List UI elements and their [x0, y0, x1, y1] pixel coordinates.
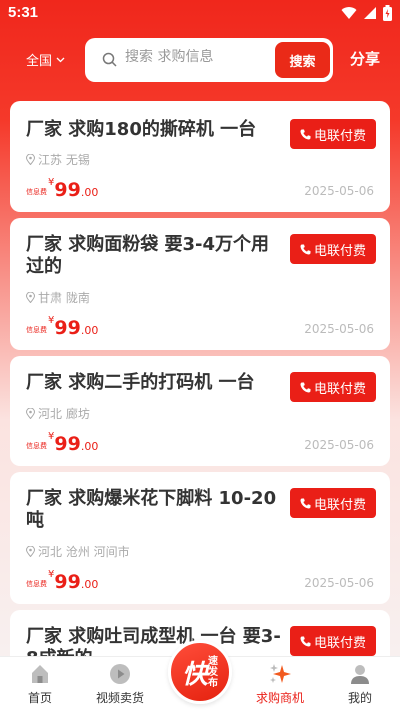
home-icon	[32, 665, 48, 683]
phone-icon	[300, 382, 311, 392]
price-label: 信息费	[26, 442, 47, 450]
phone-icon	[300, 244, 311, 254]
tab-video-sales[interactable]: 视频卖货	[80, 663, 160, 706]
price-decimal: .00	[80, 186, 99, 199]
region-selector[interactable]: 全国	[26, 50, 65, 69]
share-button[interactable]: 分享	[350, 48, 380, 69]
listing-title: 厂家 求购180的撕碎机 一台	[26, 119, 257, 140]
quick-publish-small-chars: 速 发 布	[208, 656, 218, 689]
status-time: 5:31	[8, 4, 39, 21]
call-pay-button[interactable]: 电联付费	[290, 372, 376, 402]
quick-publish-button[interactable]: 快 速 发 布	[168, 640, 232, 704]
listing-card[interactable]: 厂家 求购面粉袋 要3-4万个用过的 电联付费 甘肃 陇南 信息费 ¥ 99 .…	[10, 218, 390, 350]
region-label: 全国	[26, 54, 53, 69]
call-pay-label: 电联付费	[313, 128, 366, 144]
user-icon	[351, 665, 369, 684]
phone-icon	[300, 636, 311, 646]
tab-purchase-leads[interactable]: 求购商机	[240, 663, 320, 706]
quick-publish-char-1: 速	[208, 655, 218, 667]
location-pin-icon	[26, 546, 35, 557]
location-pin-icon	[26, 154, 35, 165]
battery-icon	[383, 5, 392, 21]
listing-price: 信息费 ¥ 99 .00	[26, 431, 98, 454]
quick-publish-char-3: 布	[208, 677, 218, 689]
price-integer: 99	[54, 179, 81, 201]
tab-purchase-label: 求购商机	[255, 691, 304, 705]
listing-date: 2025-05-06	[304, 576, 374, 590]
signal-icon	[364, 7, 376, 19]
tab-home[interactable]: 首页	[0, 663, 80, 706]
purchase-list: 厂家 求购180的撕碎机 一台 电联付费 江苏 无锡 信息费 ¥ 99 .00 …	[10, 101, 390, 712]
search-box: 搜索	[85, 38, 333, 82]
price-decimal: .00	[80, 324, 99, 337]
search-button[interactable]: 搜索	[275, 42, 330, 78]
chevron-down-icon	[56, 57, 65, 62]
listing-date: 2025-05-06	[304, 438, 374, 452]
status-bar: 5:31	[0, 0, 400, 28]
play-video-icon	[110, 664, 130, 684]
search-input[interactable]	[125, 49, 265, 65]
call-pay-button[interactable]: 电联付费	[290, 626, 376, 656]
call-pay-button[interactable]: 电联付费	[290, 488, 376, 518]
listing-card[interactable]: 厂家 求购爆米花下脚料 10-20吨 电联付费 河北 沧州 河间市 信息费 ¥ …	[10, 472, 390, 604]
location-text: 河北 廊坊	[38, 407, 90, 421]
listing-price: 信息费 ¥ 99 .00	[26, 177, 98, 200]
listing-card[interactable]: 厂家 求购二手的打码机 一台 电联付费 河北 廊坊 信息费 ¥ 99 .00 2…	[10, 356, 390, 466]
phone-icon	[300, 129, 311, 139]
listing-location: 江苏 无锡	[26, 151, 90, 168]
sparkle-icon	[270, 664, 291, 683]
quick-publish-big-char: 快	[181, 659, 208, 690]
quick-publish-char-2: 发	[208, 666, 218, 678]
listing-location: 河北 廊坊	[26, 405, 90, 422]
call-pay-button[interactable]: 电联付费	[290, 234, 376, 264]
price-label: 信息费	[26, 188, 47, 196]
price-integer: 99	[54, 433, 81, 455]
listing-location: 甘肃 陇南	[26, 289, 90, 306]
price-decimal: .00	[80, 578, 99, 591]
location-text: 河北 沧州 河间市	[38, 545, 130, 559]
price-decimal: .00	[80, 440, 99, 453]
listing-card[interactable]: 厂家 求购180的撕碎机 一台 电联付费 江苏 无锡 信息费 ¥ 99 .00 …	[10, 101, 390, 212]
listing-date: 2025-05-06	[304, 322, 374, 336]
wifi-icon	[341, 7, 357, 20]
listing-title: 厂家 求购面粉袋 要3-4万个用过的	[26, 234, 270, 277]
call-pay-label: 电联付费	[313, 243, 366, 259]
listing-title: 厂家 求购爆米花下脚料 10-20吨	[26, 488, 277, 531]
call-pay-label: 电联付费	[313, 635, 366, 651]
location-text: 江苏 无锡	[38, 153, 90, 167]
location-pin-icon	[26, 408, 35, 419]
listing-date: 2025-05-06	[304, 184, 374, 198]
listing-location: 河北 沧州 河间市	[26, 543, 130, 560]
tab-home-label: 首页	[27, 691, 52, 705]
price-integer: 99	[54, 571, 81, 593]
price-integer: 99	[54, 317, 81, 339]
tab-mine[interactable]: 我的	[320, 663, 400, 706]
phone-icon	[300, 498, 311, 508]
listing-price: 信息费 ¥ 99 .00	[26, 315, 98, 338]
tab-video-label: 视频卖货	[95, 691, 144, 705]
location-pin-icon	[26, 292, 35, 303]
price-label: 信息费	[26, 580, 47, 588]
tab-mine-label: 我的	[347, 691, 372, 705]
location-text: 甘肃 陇南	[38, 291, 90, 305]
call-pay-label: 电联付费	[313, 381, 366, 397]
listing-title: 厂家 求购二手的打码机 一台	[26, 372, 255, 393]
search-icon	[102, 52, 117, 67]
status-icons	[341, 5, 392, 21]
price-label: 信息费	[26, 326, 47, 334]
call-pay-label: 电联付费	[313, 497, 366, 513]
header: 全国 搜索 分享	[0, 36, 400, 84]
listing-price: 信息费 ¥ 99 .00	[26, 569, 98, 592]
call-pay-button[interactable]: 电联付费	[290, 119, 376, 149]
